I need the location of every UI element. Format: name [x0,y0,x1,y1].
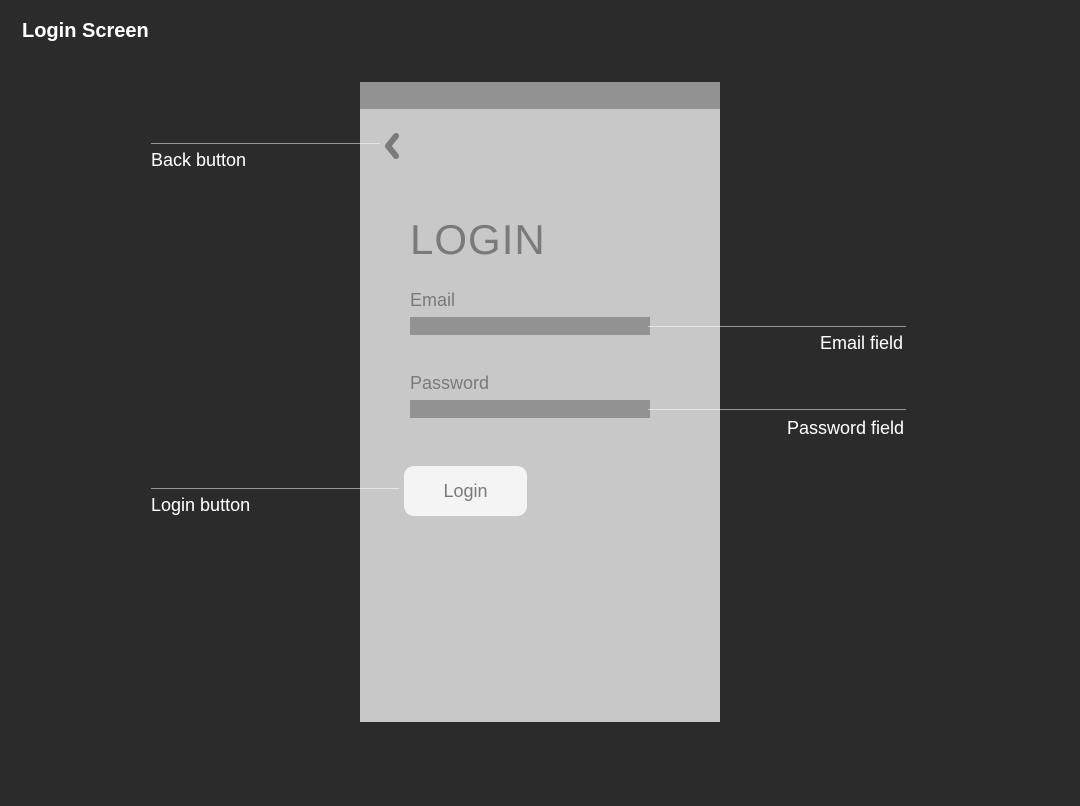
password-field-group: Password [410,373,650,419]
callout-back-button: Back button [151,150,246,171]
callout-line-back [151,143,380,144]
callout-line-password [648,409,906,410]
chevron-left-icon [382,132,402,160]
password-label: Password [410,373,650,394]
callout-password-field: Password field [787,418,904,439]
email-field-group: Email [410,290,650,336]
callout-line-login [151,488,399,489]
login-heading: LOGIN [410,216,546,264]
back-button[interactable] [382,132,402,160]
callout-line-email [648,326,906,327]
phone-frame: LOGIN Email Password Login [360,82,720,722]
page-title: Login Screen [22,20,149,43]
password-input[interactable] [410,400,650,418]
email-label: Email [410,290,650,311]
callout-email-field: Email field [820,333,903,354]
phone-statusbar [360,82,720,109]
callout-login-button: Login button [151,495,250,516]
login-button[interactable]: Login [404,466,527,516]
email-input[interactable] [410,317,650,335]
